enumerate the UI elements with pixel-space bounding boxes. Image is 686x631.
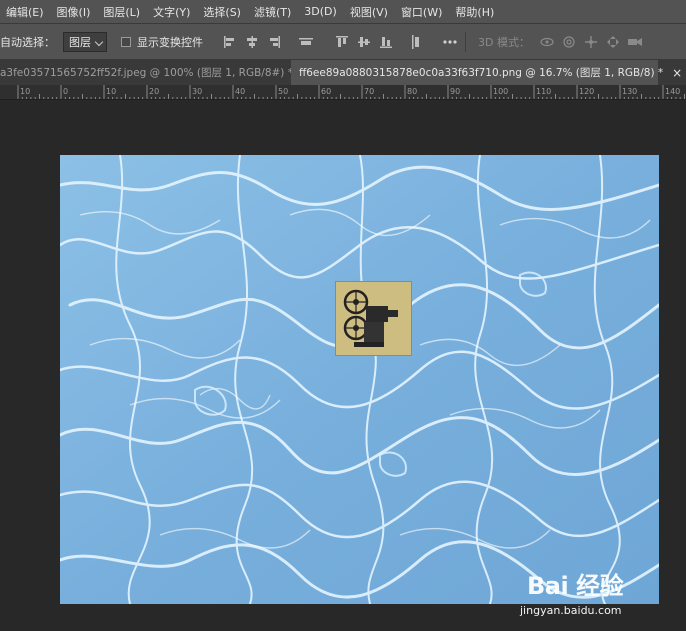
- ruler-label: 90: [450, 87, 460, 96]
- align-center-horizontal-icon[interactable]: [243, 33, 261, 51]
- menu-help[interactable]: 帮助(H): [449, 4, 501, 20]
- ruler-label: 20: [149, 87, 159, 96]
- roll-3d-icon[interactable]: [560, 33, 578, 51]
- menu-type[interactable]: 文字(Y): [147, 4, 197, 20]
- ruler-label: 70: [364, 87, 374, 96]
- watermark-url: jingyan.baidu.com: [520, 604, 622, 617]
- tab-document-jpeg[interactable]: a3fe03571565752ff52f.jpeg @ 100% (图层 1, …: [0, 60, 312, 85]
- ruler-label: 50: [278, 87, 288, 96]
- ruler-label: 100: [493, 87, 508, 96]
- mode-3d-label: 3D 模式：: [478, 35, 530, 49]
- menu-select[interactable]: 选择(S): [197, 4, 248, 20]
- align-top-icon[interactable]: [333, 33, 351, 51]
- ruler-label: 140: [665, 87, 680, 96]
- align-middle-vertical-icon[interactable]: [355, 33, 373, 51]
- divider: [465, 31, 466, 52]
- slide-3d-icon[interactable]: [604, 33, 622, 51]
- camera-3d-icon[interactable]: [626, 33, 644, 51]
- show-transform-label: 显示变换控件: [137, 35, 203, 49]
- ruler-label: 30: [192, 87, 202, 96]
- baidu-jingyan-watermark: Bai 经验 jingyan.baidu.com: [520, 566, 680, 626]
- ruler-label: 10: [20, 87, 30, 96]
- orbit-3d-icon[interactable]: [538, 33, 556, 51]
- show-transform-checkbox[interactable]: [121, 36, 131, 47]
- canvas-workspace[interactable]: [0, 101, 686, 631]
- menu-image[interactable]: 图像(I): [51, 4, 98, 20]
- auto-select-value: 图层: [69, 35, 91, 49]
- tab-document-png[interactable]: ff6ee89a0880315878e0c0a33f63f710.png @ 1…: [291, 60, 682, 85]
- menu-filter[interactable]: 滤镜(T): [248, 4, 298, 20]
- ruler-label: 40: [235, 87, 245, 96]
- options-bar: 自动选择： 图层 显示变换控件 3D 模式：: [0, 24, 686, 60]
- projector-layer-image[interactable]: [335, 281, 412, 356]
- more-options-icon[interactable]: [441, 33, 459, 51]
- menu-3d[interactable]: 3D(D): [298, 5, 344, 18]
- menu-edit[interactable]: 编辑(E): [0, 4, 51, 20]
- distribute-vertical-icon[interactable]: [407, 33, 425, 51]
- document-canvas[interactable]: [60, 155, 659, 604]
- align-right-icon[interactable]: [265, 33, 283, 51]
- water-image: [60, 155, 659, 604]
- menu-window[interactable]: 窗口(W): [395, 4, 449, 20]
- menu-bar: 编辑(E) 图像(I) 图层(L) 文字(Y) 选择(S) 滤镜(T) 3D(D…: [0, 0, 686, 24]
- ruler-label: 80: [407, 87, 417, 96]
- ruler-ticks: 10 0 10 20 30 40 50 60 70 80 90 100 110 120 130 140: [17, 85, 685, 99]
- tab-label: a3fe03571565752ff52f.jpeg @ 100% (图层 1, …: [0, 67, 293, 79]
- auto-select-label: 自动选择：: [0, 35, 55, 49]
- menu-layer[interactable]: 图层(L): [97, 4, 147, 20]
- chevron-down-icon: [94, 37, 104, 46]
- ruler-label: 120: [579, 87, 594, 96]
- close-icon[interactable]: ×: [672, 66, 682, 80]
- tab-label: ff6ee89a0880315878e0c0a33f63f710.png @ 1…: [299, 67, 664, 79]
- document-tab-bar: a3fe03571565752ff52f.jpeg @ 100% (图层 1, …: [0, 60, 686, 85]
- menu-view[interactable]: 视图(V): [344, 4, 395, 20]
- ruler-label: 130: [622, 87, 637, 96]
- watermark-logo: Bai 经验: [527, 572, 624, 600]
- ruler-label: 110: [536, 87, 551, 96]
- ruler-label: 10: [106, 87, 116, 96]
- align-bottom-icon[interactable]: [377, 33, 395, 51]
- ruler-label: 60: [321, 87, 331, 96]
- horizontal-ruler[interactable]: 10 0 10 20 30 40 50 60 70 80 90 100 110 120 130 140: [0, 85, 686, 100]
- pan-3d-icon[interactable]: [582, 33, 600, 51]
- auto-select-dropdown[interactable]: 图层: [63, 31, 107, 52]
- ruler-label: 0: [63, 87, 68, 96]
- film-projector-icon: [336, 282, 411, 355]
- distribute-icon[interactable]: [297, 33, 315, 51]
- align-left-icon[interactable]: [221, 33, 239, 51]
